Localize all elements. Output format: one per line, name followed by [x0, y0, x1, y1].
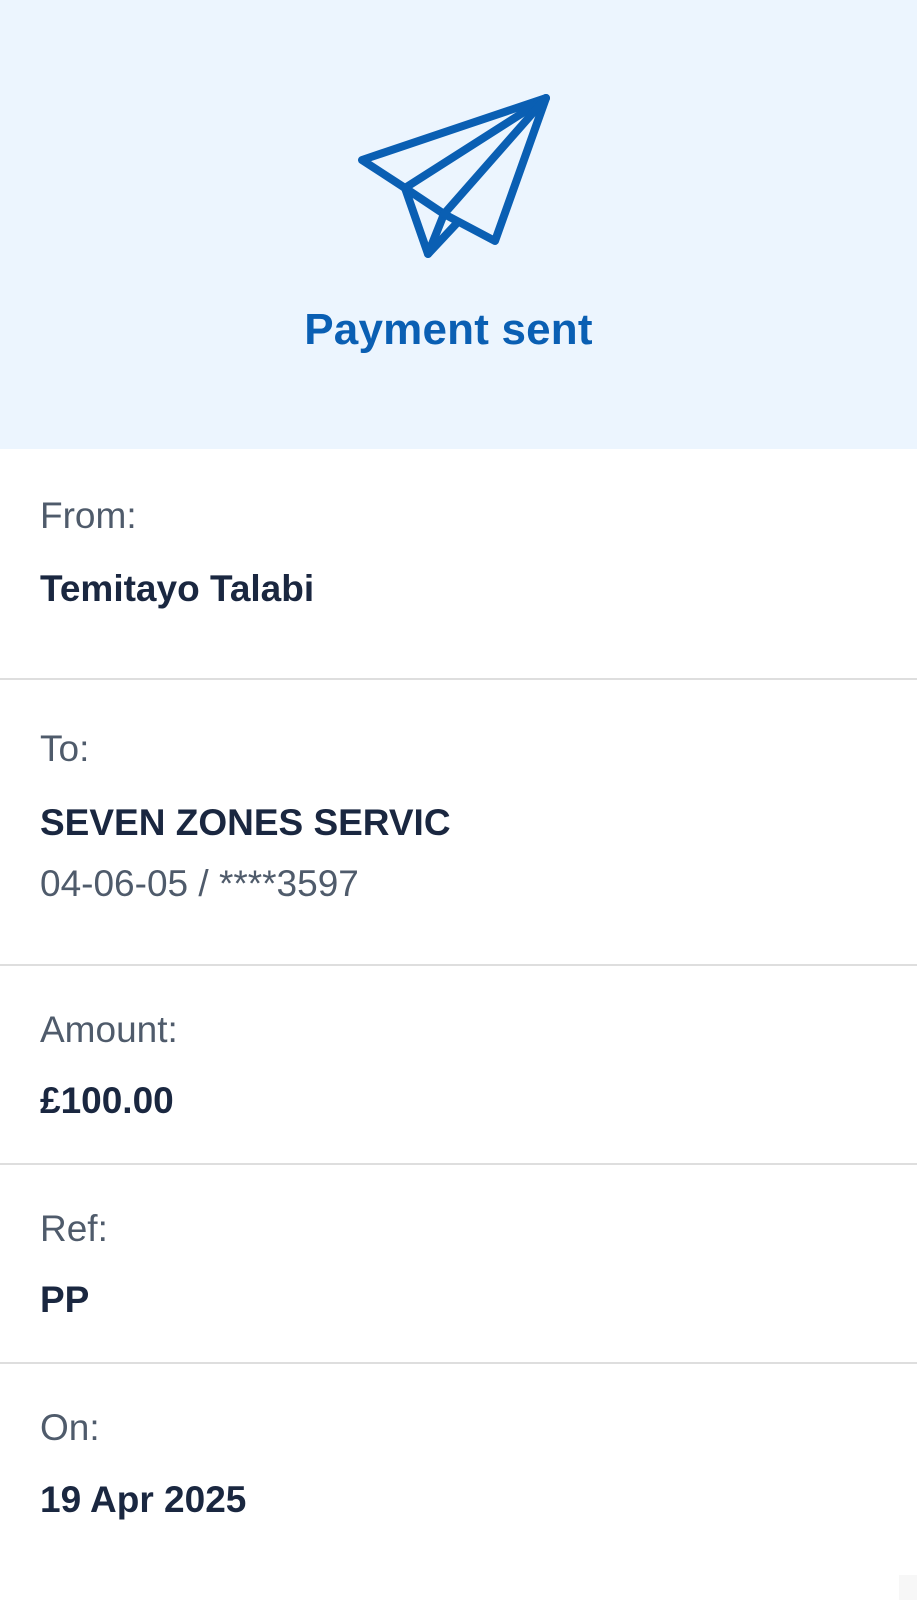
reference-value: PP — [40, 1279, 90, 1320]
to-label: To: — [40, 728, 90, 769]
reference-label: Ref: — [40, 1208, 108, 1249]
payment-confirmation-page: Payment sent From: Temitayo Talabi To: S… — [0, 0, 917, 1600]
amount-value: £100.00 — [40, 1080, 174, 1121]
amount-label: Amount: — [40, 1009, 178, 1050]
date-label: On: — [40, 1407, 100, 1448]
recipient-account: 04-06-05 / ****3597 — [40, 863, 359, 904]
scroll-edge — [899, 1575, 917, 1600]
recipient-name: SEVEN ZONES SERVIC — [40, 802, 451, 843]
to-detail-row: To: SEVEN ZONES SERVIC 04-06-05 / ****35… — [0, 680, 917, 966]
page-title: Payment sent — [304, 305, 593, 354]
payment-details: From: Temitayo Talabi To: SEVEN ZONES SE… — [0, 449, 917, 1584]
from-label: From: — [40, 495, 137, 536]
paper-plane-icon — [356, 94, 560, 264]
payment-status-hero: Payment sent — [0, 0, 917, 449]
date-detail-row: On: 19 Apr 2025 — [0, 1364, 917, 1584]
date-value: 19 Apr 2025 — [40, 1479, 247, 1520]
amount-detail-row: Amount: £100.00 — [0, 966, 917, 1165]
from-value: Temitayo Talabi — [40, 568, 315, 609]
reference-detail-row: Ref: PP — [0, 1165, 917, 1364]
from-detail-row: From: Temitayo Talabi — [0, 449, 917, 680]
